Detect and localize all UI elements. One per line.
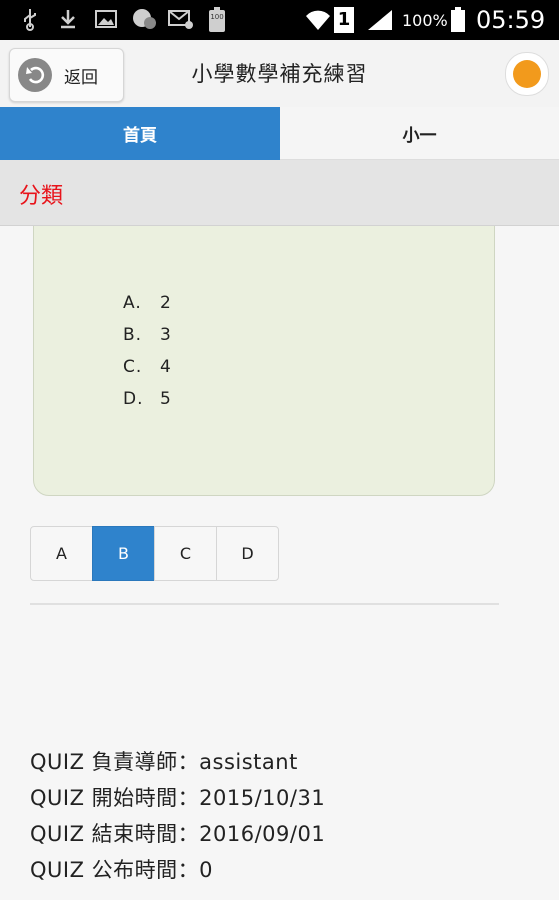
answer-button-b[interactable]: B <box>92 526 155 581</box>
answer-button-c[interactable]: C <box>154 526 217 581</box>
notification-badge: 100 <box>210 13 224 21</box>
answer-selector: A B C D <box>30 526 279 581</box>
option-value: 5 <box>160 389 172 409</box>
option-a: A. 2 <box>123 293 172 313</box>
option-letter: C. <box>123 357 143 377</box>
option-value: 3 <box>160 325 172 345</box>
option-letter: A. <box>123 293 142 313</box>
option-value: 2 <box>160 293 172 313</box>
sim-slot-indicator: 1 <box>334 0 354 40</box>
question-box: A. 2 B. 3 C. 4 D. 5 <box>33 200 495 496</box>
clock: 05:59 <box>476 6 546 34</box>
wifi-icon <box>304 0 332 40</box>
quiz-end-time: QUIZ 結束時間：2016/09/01 <box>30 822 326 846</box>
quiz-start-time: QUIZ 開始時間：2015/10/31 <box>30 786 326 810</box>
sim-slot-number: 1 <box>334 7 354 33</box>
option-b: B. 3 <box>123 325 172 345</box>
signal-icon <box>366 0 394 40</box>
title-bar: 返回 小學數學補充練習 <box>0 40 559 108</box>
divider <box>30 603 499 605</box>
answer-button-a[interactable]: A <box>30 526 93 581</box>
option-letter: B. <box>123 325 143 345</box>
avatar-image <box>513 60 541 88</box>
tab-bar: 首頁 小一 <box>0 107 559 160</box>
usb-icon <box>18 7 42 31</box>
option-d: D. 5 <box>123 389 172 409</box>
clock-container: 05:59 <box>476 0 545 40</box>
download-icon <box>56 7 80 31</box>
option-value: 4 <box>160 357 172 377</box>
tab-grade-one[interactable]: 小一 <box>280 107 559 160</box>
option-letter: D. <box>123 389 144 409</box>
status-bar: 100 1 100% 05:59 <box>0 0 559 40</box>
chat-icon <box>131 7 156 31</box>
battery-percent: 100% <box>402 10 448 30</box>
battery-percent-container: 100% <box>402 0 448 40</box>
image-icon <box>94 7 118 31</box>
tab-home[interactable]: 首頁 <box>0 107 280 160</box>
quiz-teacher: QUIZ 負責導師：assistant <box>30 750 298 774</box>
avatar-icon[interactable] <box>505 52 549 96</box>
category-label: 分類 <box>19 184 64 209</box>
mail-icon <box>168 7 193 31</box>
category-bar: 分類 <box>0 160 559 226</box>
option-c: C. 4 <box>123 357 172 377</box>
quiz-publish-time: QUIZ 公布時間：0 <box>30 858 214 882</box>
answer-button-d[interactable]: D <box>216 526 279 581</box>
page-title: 小學數學補充練習 <box>191 62 368 86</box>
battery-icon <box>450 0 466 40</box>
